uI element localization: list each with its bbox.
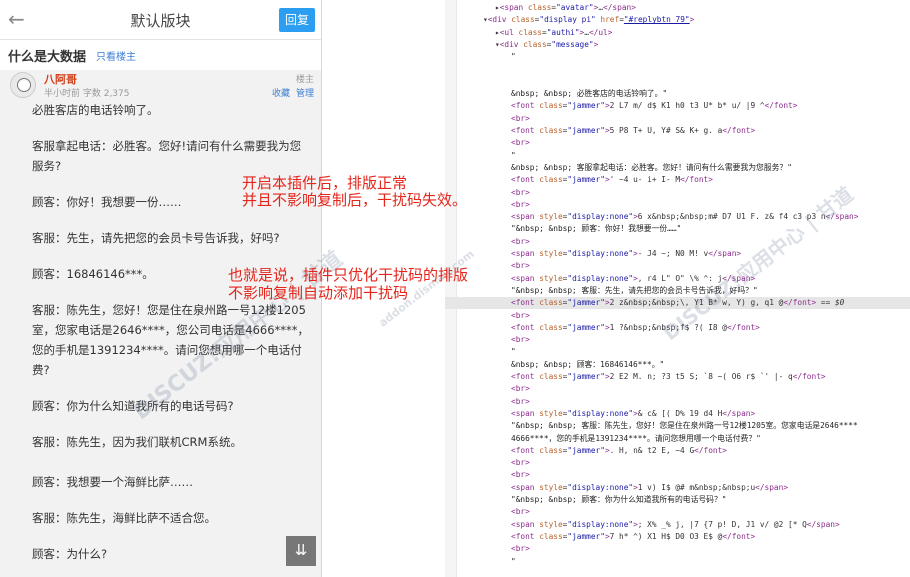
forum-section-title: 默认版块 [130, 12, 191, 30]
mobile-header: ← 默认版块 回复 [0, 0, 321, 40]
dom-node-selected[interactable]: <font class="jammer">2 z&nbsp;&nbsp;\, Y… [445, 297, 910, 310]
annotation-text: 也就是说，插件只优化干扰码的排版 [228, 266, 469, 284]
dom-node[interactable]: ▾<div class="display pi" href="#replybtn… [483, 14, 694, 26]
dom-node[interactable]: <br> [511, 137, 530, 149]
dom-node[interactable]: ▸<span class="avatar">…</span> [495, 2, 636, 14]
annotation-text: 并且不影响复制后，干扰码失效。 [242, 191, 468, 209]
post-paragraph: 必胜客店的电话铃响了。 [32, 103, 159, 117]
post-paragraph: 顾客：为什么? [32, 547, 108, 561]
annotation-text: 开启本插件后，排版正常 [242, 174, 408, 192]
manage-link[interactable]: 管理 [296, 89, 314, 99]
dom-node[interactable]: " [511, 556, 516, 568]
dom-node[interactable]: <span style="display:none">& c& [( D% 19… [511, 408, 755, 420]
dom-node[interactable]: <span style="display:none">1 v) I$ @# m&… [511, 482, 788, 494]
post-paragraph: 客服：陈先生，因为我们联机CRM系统。 [32, 435, 242, 449]
dom-node[interactable]: <span style="display:none">; X% _% j, |7… [511, 519, 840, 531]
post-author[interactable]: 八阿哥 [44, 71, 77, 87]
dom-node[interactable]: <font class="jammer">2 E2 M. n; ?3 t5 S;… [511, 371, 826, 383]
only-owner-link[interactable]: 只看楼主 [96, 48, 136, 63]
devtools-gutter [445, 0, 457, 577]
dom-node[interactable]: " [511, 346, 516, 358]
dom-node[interactable]: <span style="display:none">6 x&nbsp;&nbs… [511, 211, 858, 223]
dom-node[interactable]: <br> [511, 187, 530, 199]
dom-node[interactable]: 4666****，您的手机是1391234****。请问您想用哪一个电话付费？" [511, 433, 761, 445]
dom-node[interactable]: ▸<ul class="authi">…</ul> [495, 27, 612, 39]
annotation-text: 不影响复制自动添加干扰码 [228, 284, 409, 302]
scroll-bottom-icon[interactable]: ⇊ [286, 536, 316, 566]
dom-node[interactable]: <br> [511, 506, 530, 518]
dom-node[interactable]: "&nbsp; &nbsp; 顾客：你好！我想要一份……" [511, 223, 681, 235]
dom-node[interactable]: <br> [511, 199, 530, 211]
dom-node[interactable]: " [511, 150, 516, 162]
dom-node[interactable]: <br> [511, 260, 530, 272]
dom-node[interactable]: <br> [511, 469, 530, 481]
post-paragraph: 顾客：你为什么知道我所有的电话号码? [32, 399, 234, 413]
dom-node[interactable]: <br> [511, 113, 530, 125]
post-paragraph: 顾客：我想要一个海鲜比萨…… [32, 475, 193, 489]
dom-node[interactable]: "&nbsp; &nbsp; 客服：陈先生，您好！您是住在泉州路一号12楼120… [511, 420, 858, 432]
dom-node[interactable]: <br> [511, 334, 530, 346]
dom-node[interactable]: "&nbsp; &nbsp; 客服：先生，请先把您的会员卡号告诉我，好吗？" [511, 285, 758, 297]
thread-title: 什么是大数据 [8, 50, 87, 65]
dom-node[interactable]: <br> [511, 236, 530, 248]
post-floor-label: 楼主 [295, 75, 314, 85]
dom-node[interactable]: <br> [511, 543, 530, 555]
dom-node[interactable]: <br> [511, 310, 530, 322]
dom-node[interactable]: <br> [511, 396, 530, 408]
dom-node[interactable]: " [511, 51, 516, 63]
dom-node[interactable]: <span style="display:none">- J4 ~; N0 M!… [511, 248, 741, 260]
dom-node[interactable]: <font class="jammer">' ~4 u- i+ I- M</fo… [511, 174, 713, 186]
post-actions: 收藏 管理 [266, 86, 314, 99]
dom-node[interactable]: <br> [511, 383, 530, 395]
dom-node[interactable]: <font class="jammer">. H, n& t2 E, ~4 G<… [511, 445, 727, 457]
reply-button[interactable]: 回复 [279, 8, 315, 32]
dom-node[interactable]: <font class="jammer">7 h* ^) X1 H$ D0 O3… [511, 531, 755, 543]
dom-node[interactable]: &nbsp; &nbsp; 顾客：16846146***。" [511, 359, 664, 371]
avatar[interactable] [10, 72, 36, 98]
dom-node[interactable]: <span style="display:none">, r4 L" O" \%… [511, 273, 755, 285]
post-paragraph: 客服：陈先生，海鲜比萨不适合您。 [32, 511, 216, 525]
post-paragraph: 客服：先生，请先把您的会员卡号告诉我，好吗? [32, 231, 280, 245]
dom-node[interactable]: "&nbsp; &nbsp; 顾客：你为什么知道我所有的电话号码？" [511, 494, 726, 506]
favorite-link[interactable]: 收藏 [272, 89, 290, 99]
devtools-elements-panel: ▸<span class="avatar">…</span> ▾<div clas… [445, 0, 910, 577]
dom-node[interactable]: <font class="jammer">2 L7 m/ d$ K1 h0 t3… [511, 100, 797, 112]
dom-node[interactable]: ▾<div class="message"> [495, 39, 598, 51]
dom-node[interactable]: <font class="jammer">1 ?&nbsp;&nbsp;f$ ?… [511, 322, 760, 334]
dom-node[interactable]: <br> [511, 457, 530, 469]
post: 八阿哥 半小时前 字数 2,375 楼主 收藏 管理 必胜客店的电话铃响了。 客服… [0, 70, 321, 577]
post-paragraph: 客服：陈先生，您好！您是住在泉州路一号12楼1205室，您家电话是2646***… [32, 303, 310, 377]
dom-node[interactable]: &nbsp; &nbsp; 必胜客店的电话铃响了。" [511, 88, 667, 100]
post-paragraph: 客服拿起电话：必胜客。您好!请问有什么需要我为您服务? [32, 139, 302, 173]
post-body: 必胜客店的电话铃响了。 客服拿起电话：必胜客。您好!请问有什么需要我为您服务? … [32, 100, 312, 577]
post-meta: 半小时前 字数 2,375 [44, 89, 130, 99]
dom-node[interactable]: &nbsp; &nbsp; 客服拿起电话：必胜客。您好！请问有什么需要我为您服务… [511, 162, 792, 174]
thread-title-bar: 什么是大数据 只看楼主 [0, 40, 321, 70]
dom-node[interactable]: <font class="jammer">5 P8 T+ U, Y# S& K+… [511, 125, 755, 137]
